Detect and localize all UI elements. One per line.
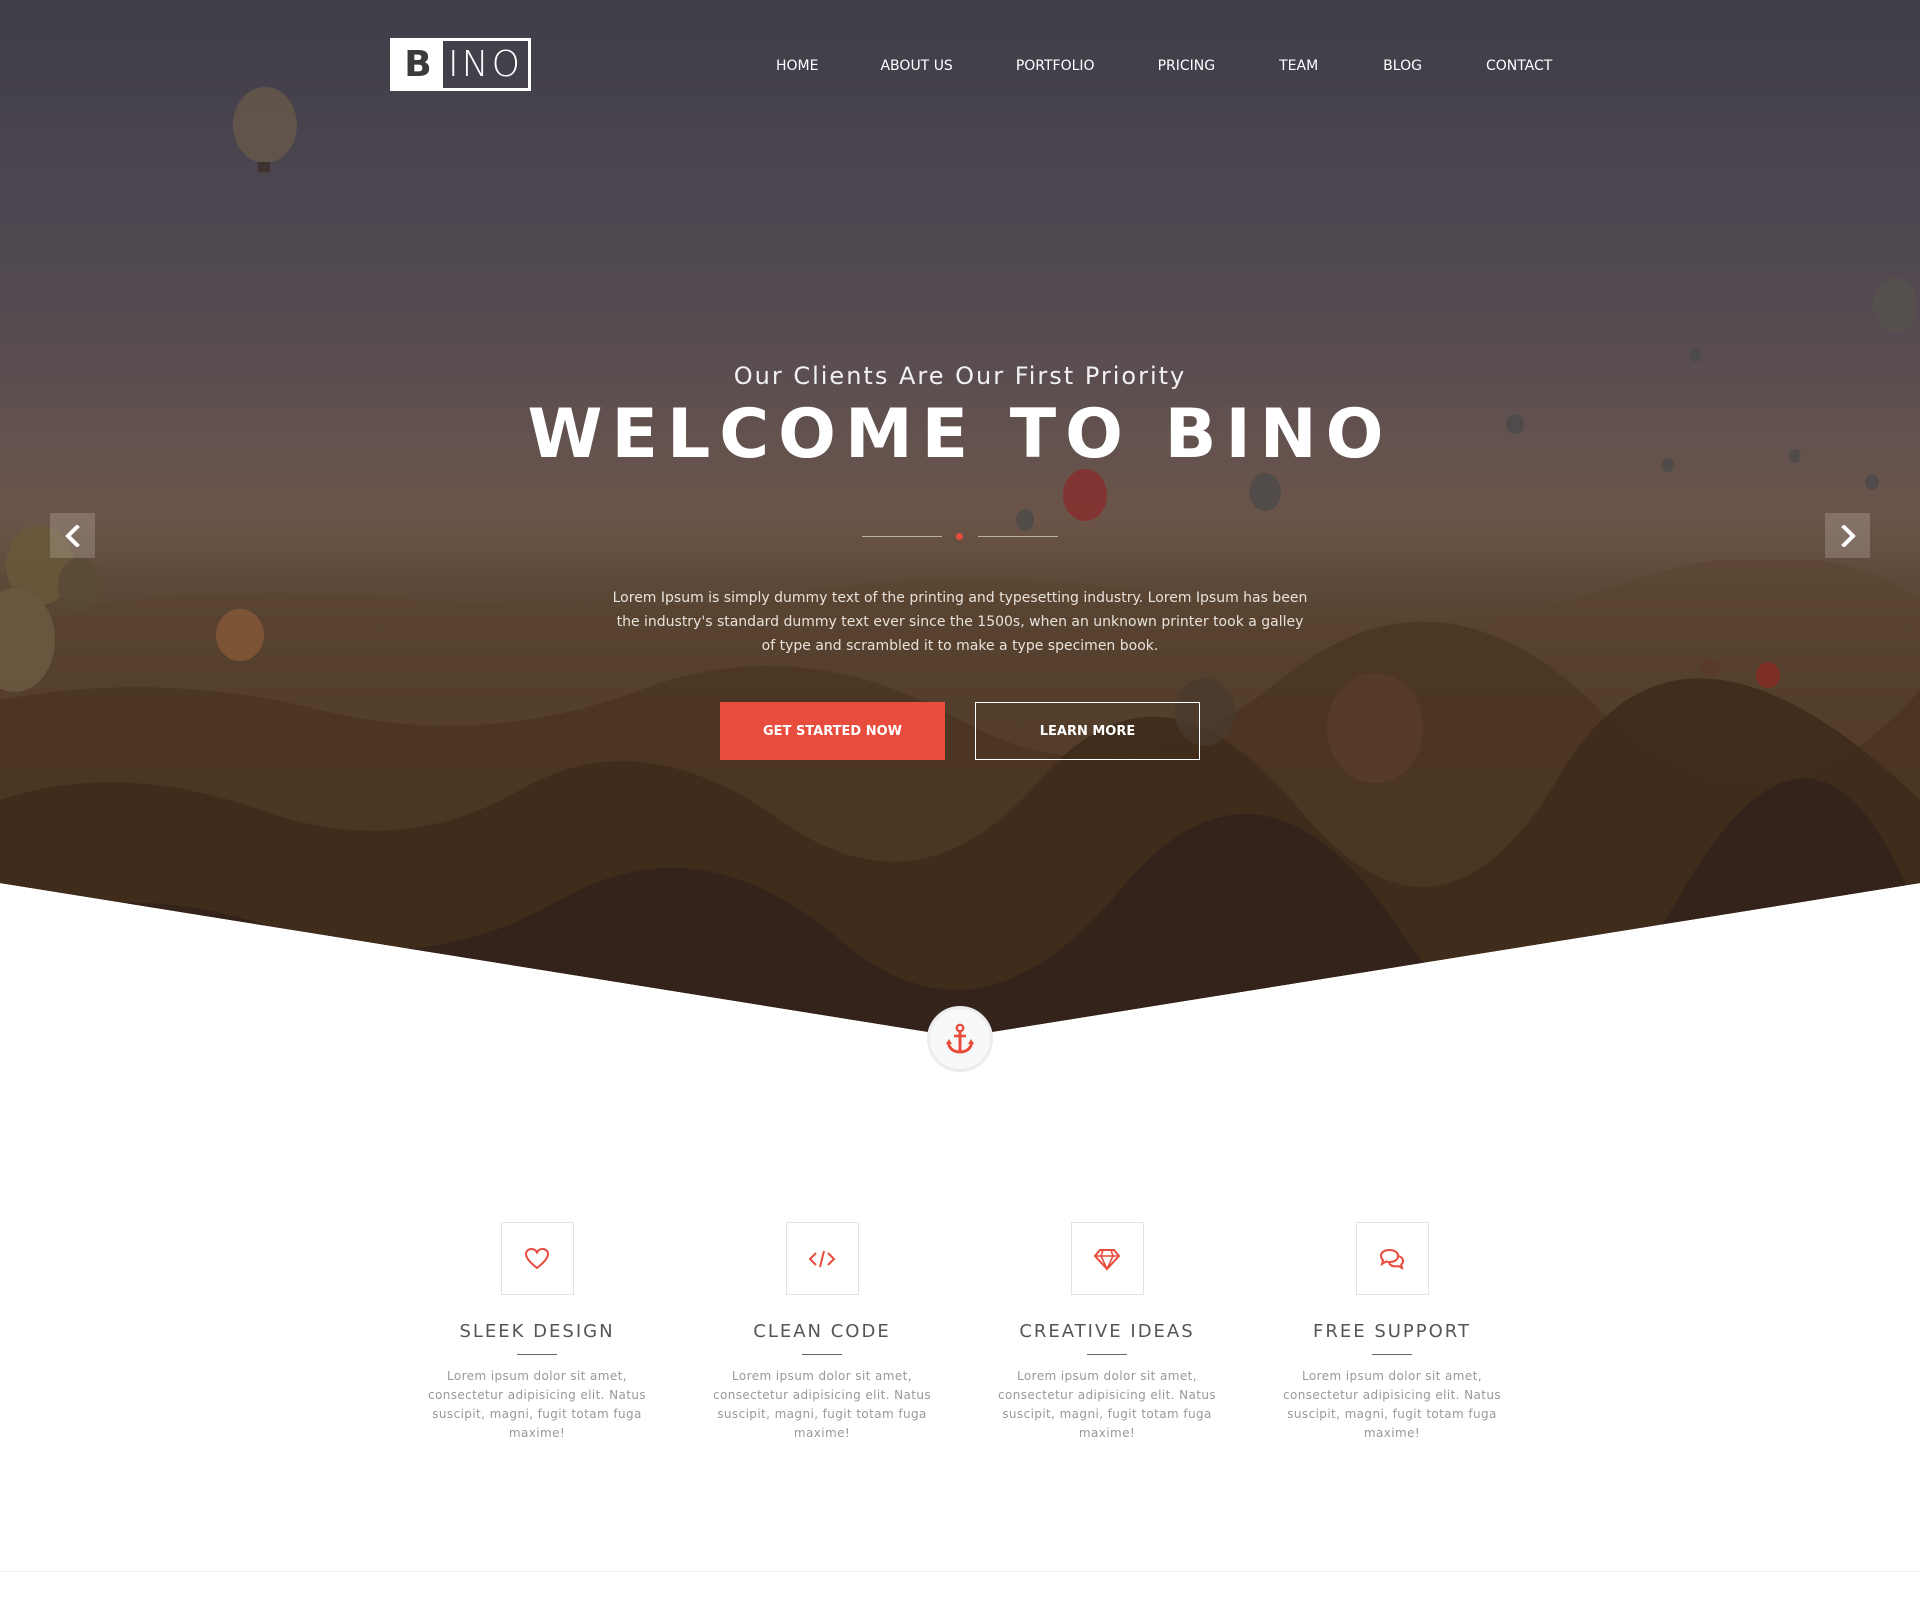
feature-divider: [1087, 1354, 1127, 1355]
feature-clean-code: CLEAN CODE Lorem ipsum dolor sit amet, c…: [687, 1222, 957, 1443]
feature-divider: [1372, 1354, 1412, 1355]
feature-icon-box: [500, 1222, 574, 1295]
feature-creative-ideas: CREATIVE IDEAS Lorem ipsum dolor sit ame…: [972, 1222, 1242, 1443]
code-icon: [808, 1250, 836, 1267]
feature-text: Lorem ipsum dolor sit amet, consectetur …: [1282, 1369, 1501, 1440]
feature-free-support: FREE SUPPORT Lorem ipsum dolor sit amet,…: [1257, 1222, 1527, 1443]
feature-icon-box: [1355, 1222, 1429, 1295]
brand-logo[interactable]: B INO: [390, 38, 531, 91]
feature-divider: [517, 1354, 557, 1355]
feature-divider: [802, 1354, 842, 1355]
main-navigation: HOME ABOUT US PORTFOLIO PRICING TEAM BLO…: [750, 58, 1552, 74]
feature-title: SLEEK DESIGN: [459, 1321, 615, 1342]
chat-icon: [1379, 1248, 1405, 1270]
feature-text: Lorem ipsum dolor sit amet, consectetur …: [712, 1369, 931, 1440]
nav-pricing[interactable]: PRICING: [1158, 58, 1216, 74]
diamond-icon: [1093, 1248, 1121, 1271]
hero-separator: [862, 533, 1058, 540]
feature-title: CLEAN CODE: [753, 1321, 891, 1342]
nav-contact[interactable]: CONTACT: [1486, 58, 1552, 74]
feature-text: Lorem ipsum dolor sit amet, consectetur …: [997, 1369, 1216, 1440]
nav-team[interactable]: TEAM: [1279, 58, 1318, 74]
section-divider: [0, 1571, 1920, 1572]
hero-description: Lorem Ipsum is simply dummy text of the …: [612, 590, 1308, 654]
feature-title: CREATIVE IDEAS: [1019, 1321, 1195, 1342]
chevron-right-icon: [1840, 524, 1856, 547]
heart-icon: [524, 1247, 550, 1269]
nav-portfolio[interactable]: PORTFOLIO: [1016, 58, 1095, 74]
hero-title: WELCOME TO BINO: [527, 395, 1393, 474]
feature-text: Lorem ipsum dolor sit amet, consectetur …: [427, 1369, 646, 1440]
hero-subtitle: Our Clients Are Our First Priority: [733, 362, 1187, 390]
scroll-anchor-button[interactable]: [927, 1006, 993, 1072]
slider-prev-button[interactable]: [50, 513, 95, 558]
feature-icon-box: [1070, 1222, 1144, 1295]
logo-letter: B: [393, 41, 443, 88]
balloons-decoration: [0, 87, 1917, 783]
feature-title: FREE SUPPORT: [1313, 1321, 1471, 1342]
anchor-icon: [946, 1023, 974, 1054]
logo-text: INO: [448, 44, 523, 85]
feature-sleek-design: SLEEK DESIGN Lorem ipsum dolor sit amet,…: [402, 1222, 672, 1443]
hero-section: B INO HOME ABOUT US PORTFOLIO PRICING TE…: [0, 0, 1920, 1037]
nav-blog[interactable]: BLOG: [1383, 58, 1422, 74]
learn-more-button[interactable]: LEARN MORE: [975, 702, 1200, 760]
separator-dot: [956, 533, 963, 540]
chevron-left-icon: [64, 524, 80, 547]
nav-about-us[interactable]: ABOUT US: [880, 58, 952, 74]
nav-home[interactable]: HOME: [776, 58, 818, 74]
get-started-button[interactable]: GET STARTED NOW: [720, 702, 945, 760]
slider-next-button[interactable]: [1825, 513, 1870, 558]
feature-icon-box: [785, 1222, 859, 1295]
